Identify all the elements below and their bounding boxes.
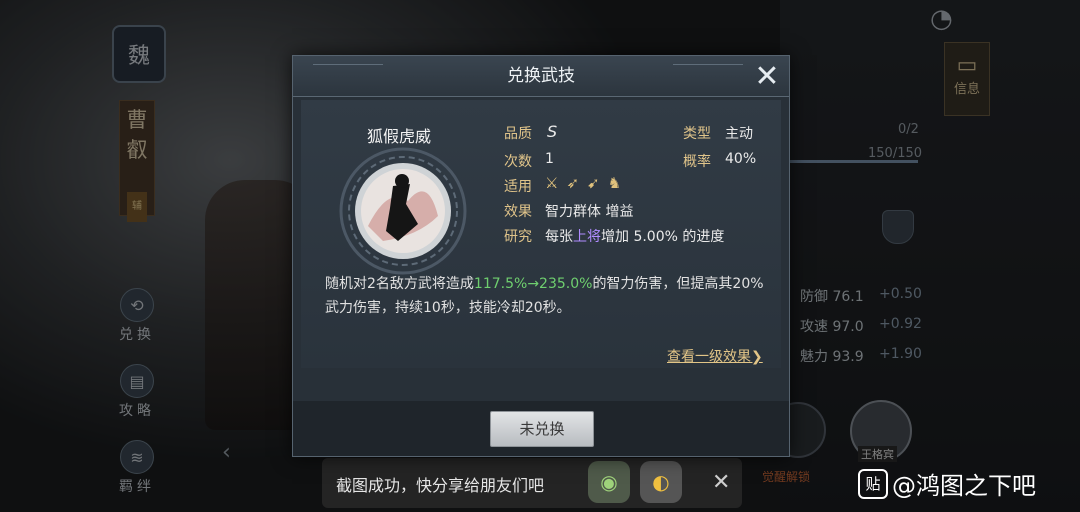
damage-low: 117.5% xyxy=(473,276,528,292)
grade-value: S xyxy=(547,122,558,141)
wechat-icon[interactable]: ◉ xyxy=(588,461,630,503)
type-value: 主动 xyxy=(725,126,753,142)
sword-icon: ⚔ xyxy=(545,174,559,192)
skill-description: 随机对2名敌方武将造成117.5%→235.0%的智力伤害，但提高其20%武力伤… xyxy=(325,272,765,320)
uses-value: 1 xyxy=(545,151,554,167)
uses-label: 次数 xyxy=(504,154,532,170)
research-text: 增加 5.00% 的进度 xyxy=(601,229,725,245)
research-label: 研究 xyxy=(504,229,532,245)
apply-label: 适用 xyxy=(504,179,532,195)
watermark-text: @鸿图之下吧 xyxy=(892,472,1036,500)
share-toast-text: 截图成功，快分享给朋友们吧 xyxy=(336,476,545,495)
effect-label: 效果 xyxy=(504,204,532,220)
effect-value: 智力群体 增益 xyxy=(545,204,634,220)
damage-high: 235.0% xyxy=(539,276,593,292)
arrow-icon: → xyxy=(527,276,540,292)
dialog-title: 兑换武技 xyxy=(507,66,575,86)
skill-emblem-icon xyxy=(339,147,467,275)
horse-icon: ♞ xyxy=(607,174,622,192)
exchange-skill-dialog: 兑换武技 ✕ 狐假虎威 品质 S 类型 主动 次数 1 概率 40% 适用 ⚔ … xyxy=(292,55,790,457)
chance-value: 40% xyxy=(725,151,757,167)
research-value: 每张上将增加 5.00% 的进度 xyxy=(545,226,724,246)
exchange-button[interactable]: 未兑换 xyxy=(490,411,594,447)
app-icon[interactable]: ◐ xyxy=(640,461,682,503)
skill-name: 狐假虎威 xyxy=(367,127,432,146)
weapon-types: ⚔ ➶ ➹ ♞ xyxy=(545,174,621,192)
header-ornament xyxy=(673,64,743,83)
chance-label: 概率 xyxy=(683,154,711,170)
view-level1-effect-link[interactable]: 查看一级效果❯ xyxy=(667,346,763,366)
research-text: 每张 xyxy=(545,229,573,245)
research-highlight: 上将 xyxy=(573,229,601,245)
spear-icon: ➹ xyxy=(587,174,600,192)
tieba-logo-icon: 贴 xyxy=(858,468,888,499)
watermark: 贴 @鸿图之下吧 xyxy=(858,466,1036,501)
close-icon: ✕ xyxy=(754,58,780,94)
type-label: 类型 xyxy=(683,126,711,142)
close-icon[interactable]: ✕ xyxy=(712,470,730,495)
bow-icon: ➶ xyxy=(566,174,580,192)
close-button[interactable]: ✕ xyxy=(749,58,785,94)
header-ornament xyxy=(313,64,383,83)
grade-label: 品质 xyxy=(504,126,532,142)
description-text: 随机对2名敌方武将造成 xyxy=(325,276,474,292)
